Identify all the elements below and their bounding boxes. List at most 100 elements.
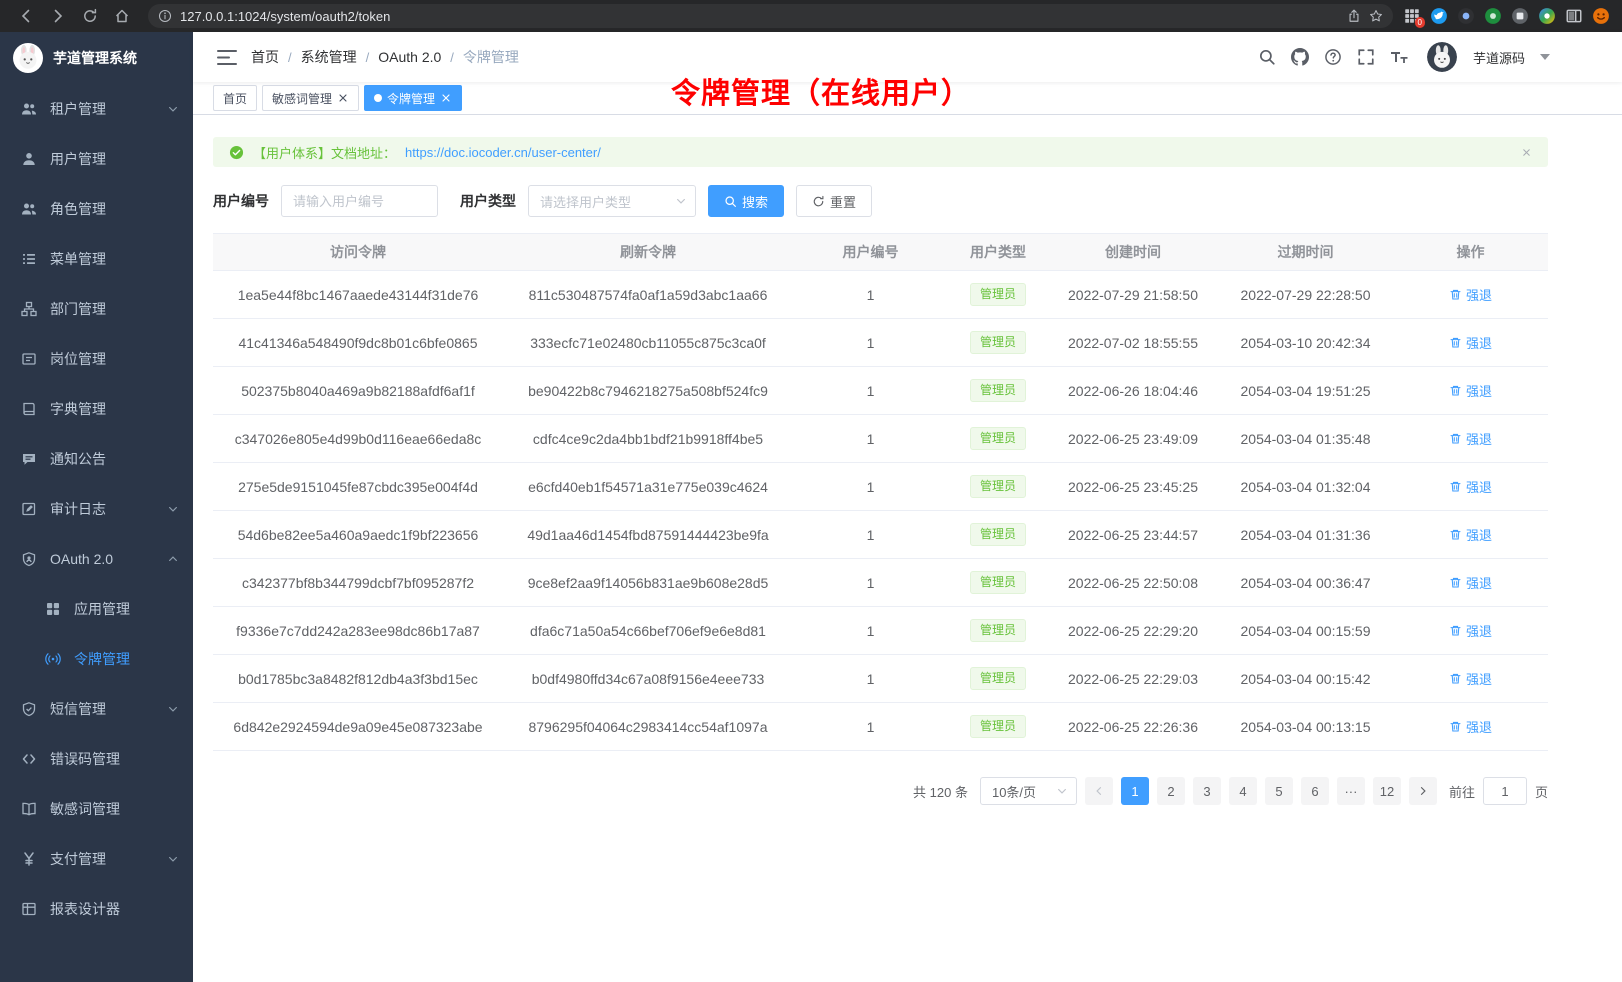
smiley-icon[interactable] — [1592, 7, 1610, 25]
caret-down-icon[interactable] — [1540, 54, 1550, 60]
sidebar-item[interactable]: OAuth 2.0 — [0, 534, 193, 584]
force-logout-label: 强退 — [1466, 621, 1492, 640]
sidebar-item-label: 岗位管理 — [50, 349, 179, 369]
trash-icon — [1449, 720, 1462, 733]
force-logout-button[interactable]: 强退 — [1449, 477, 1492, 496]
created-time-cell: 2022-06-25 23:44:57 — [1048, 511, 1218, 559]
sidebar-item[interactable]: 角色管理 — [0, 184, 193, 234]
sidebar-item[interactable]: 支付管理 — [0, 834, 193, 884]
access-token-cell: 502375b8040a469a9b82188afdf6af1f — [213, 367, 503, 415]
bookmark-star-icon[interactable] — [1369, 9, 1383, 23]
github-icon[interactable] — [1291, 48, 1309, 66]
page-number-button[interactable]: 4 — [1229, 777, 1257, 805]
sidebar-item[interactable]: 审计日志 — [0, 484, 193, 534]
share-icon[interactable] — [1347, 9, 1361, 23]
force-logout-button[interactable]: 强退 — [1449, 429, 1492, 448]
force-logout-button[interactable]: 强退 — [1449, 717, 1492, 736]
fullscreen-icon[interactable] — [1357, 48, 1375, 66]
table-row: b0d1785bc3a8482f812db4a3f3bd15ec b0df498… — [213, 655, 1548, 703]
back-icon[interactable] — [18, 8, 34, 24]
breadcrumb-link[interactable]: 首页 — [251, 47, 279, 67]
page-size-select[interactable]: 10条/页 — [980, 777, 1077, 805]
column-header: 操作 — [1393, 234, 1548, 271]
page-number-button[interactable]: 3 — [1193, 777, 1221, 805]
sidebar-item[interactable]: 字典管理 — [0, 384, 193, 434]
sidebar-item[interactable]: 用户管理 — [0, 134, 193, 184]
user-type-badge: 管理员 — [970, 283, 1026, 306]
sidebar-item[interactable]: 报表设计器 — [0, 884, 193, 934]
next-page-button[interactable] — [1409, 777, 1437, 805]
force-logout-button[interactable]: 强退 — [1449, 573, 1492, 592]
gray-circle-icon[interactable] — [1511, 7, 1529, 25]
search-icon[interactable] — [1258, 48, 1276, 66]
trash-icon — [1449, 432, 1462, 445]
sidebar-item[interactable]: 菜单管理 — [0, 234, 193, 284]
sidebar-item[interactable]: 短信管理 — [0, 684, 193, 734]
user-id-input[interactable] — [281, 185, 438, 217]
user-name[interactable]: 芋道源码 — [1473, 48, 1525, 67]
user-type-cell: 管理员 — [948, 607, 1048, 655]
force-logout-button[interactable]: 强退 — [1449, 285, 1492, 304]
tab-close-icon[interactable] — [337, 92, 349, 104]
force-logout-button[interactable]: 强退 — [1449, 525, 1492, 544]
sidebar-item[interactable]: 应用管理 — [0, 584, 193, 634]
sidebar-item[interactable]: 通知公告 — [0, 434, 193, 484]
help-icon[interactable] — [1324, 48, 1342, 66]
forward-icon[interactable] — [50, 8, 66, 24]
column-header: 用户编号 — [793, 234, 948, 271]
breadcrumb-separator: / — [288, 50, 292, 65]
sidebar-item[interactable]: 部门管理 — [0, 284, 193, 334]
goto-page-input[interactable] — [1483, 777, 1527, 805]
fontsize-icon[interactable] — [1390, 48, 1408, 66]
page-number-button[interactable]: 1 — [1121, 777, 1149, 805]
page-number-button[interactable]: 2 — [1157, 777, 1185, 805]
reload-icon[interactable] — [82, 8, 98, 24]
dark-circle-icon[interactable] — [1457, 7, 1475, 25]
page-number-button[interactable]: ··· — [1337, 777, 1365, 805]
created-time-cell: 2022-06-26 18:04:46 — [1048, 367, 1218, 415]
actions-cell: 强退 — [1393, 463, 1548, 511]
oauth-icon — [21, 551, 37, 567]
force-logout-button[interactable]: 强退 — [1449, 621, 1492, 640]
sidebar-item-label: 敏感词管理 — [50, 799, 179, 819]
page-number-button[interactable]: 6 — [1301, 777, 1329, 805]
bird-icon[interactable] — [1430, 7, 1448, 25]
search-button[interactable]: 搜索 — [708, 185, 784, 217]
sidebar-item[interactable]: 错误码管理 — [0, 734, 193, 784]
reset-button[interactable]: 重置 — [796, 185, 872, 217]
grid-icon[interactable]: 0 — [1403, 7, 1421, 25]
force-logout-label: 强退 — [1466, 285, 1492, 304]
sidebar-item[interactable]: 敏感词管理 — [0, 784, 193, 834]
force-logout-button[interactable]: 强退 — [1449, 669, 1492, 688]
user-type-select[interactable]: 请选择用户类型 — [528, 185, 696, 217]
home-icon[interactable] — [114, 8, 130, 24]
rainbow-circle-icon[interactable] — [1538, 7, 1556, 25]
green-circle-icon[interactable] — [1484, 7, 1502, 25]
alert-close-icon[interactable] — [1521, 147, 1532, 158]
force-logout-label: 强退 — [1466, 477, 1492, 496]
tab[interactable]: 首页 — [213, 85, 257, 111]
user-avatar[interactable] — [1427, 42, 1457, 72]
alert-doc-link[interactable]: https://doc.iocoder.cn/user-center/ — [405, 145, 601, 160]
breadcrumb-link[interactable]: OAuth 2.0 — [378, 49, 441, 65]
page-number-button[interactable]: 5 — [1265, 777, 1293, 805]
address-bar[interactable]: 127.0.0.1:1024/system/oauth2/token — [148, 4, 1393, 28]
tab-close-icon[interactable] — [440, 92, 452, 104]
search-icon — [724, 195, 737, 208]
sidebar-toggle-icon[interactable] — [217, 49, 237, 66]
tab[interactable]: 令牌管理 — [364, 85, 462, 111]
page-number-button[interactable]: 12 — [1373, 777, 1401, 805]
site-info-icon[interactable] — [158, 9, 172, 23]
force-logout-button[interactable]: 强退 — [1449, 333, 1492, 352]
force-logout-button[interactable]: 强退 — [1449, 381, 1492, 400]
sidebar-item[interactable]: 令牌管理 — [0, 634, 193, 684]
breadcrumb-link[interactable]: 令牌管理 — [463, 47, 519, 67]
split-icon[interactable] — [1565, 7, 1583, 25]
sidebar-item[interactable]: 岗位管理 — [0, 334, 193, 384]
tab[interactable]: 敏感词管理 — [262, 85, 359, 111]
sidebar-item[interactable]: 租户管理 — [0, 84, 193, 134]
prev-page-button[interactable] — [1085, 777, 1113, 805]
column-header: 刷新令牌 — [503, 234, 793, 271]
breadcrumb-link[interactable]: 系统管理 — [301, 47, 357, 67]
expire-time-cell: 2054-03-04 01:32:04 — [1218, 463, 1393, 511]
